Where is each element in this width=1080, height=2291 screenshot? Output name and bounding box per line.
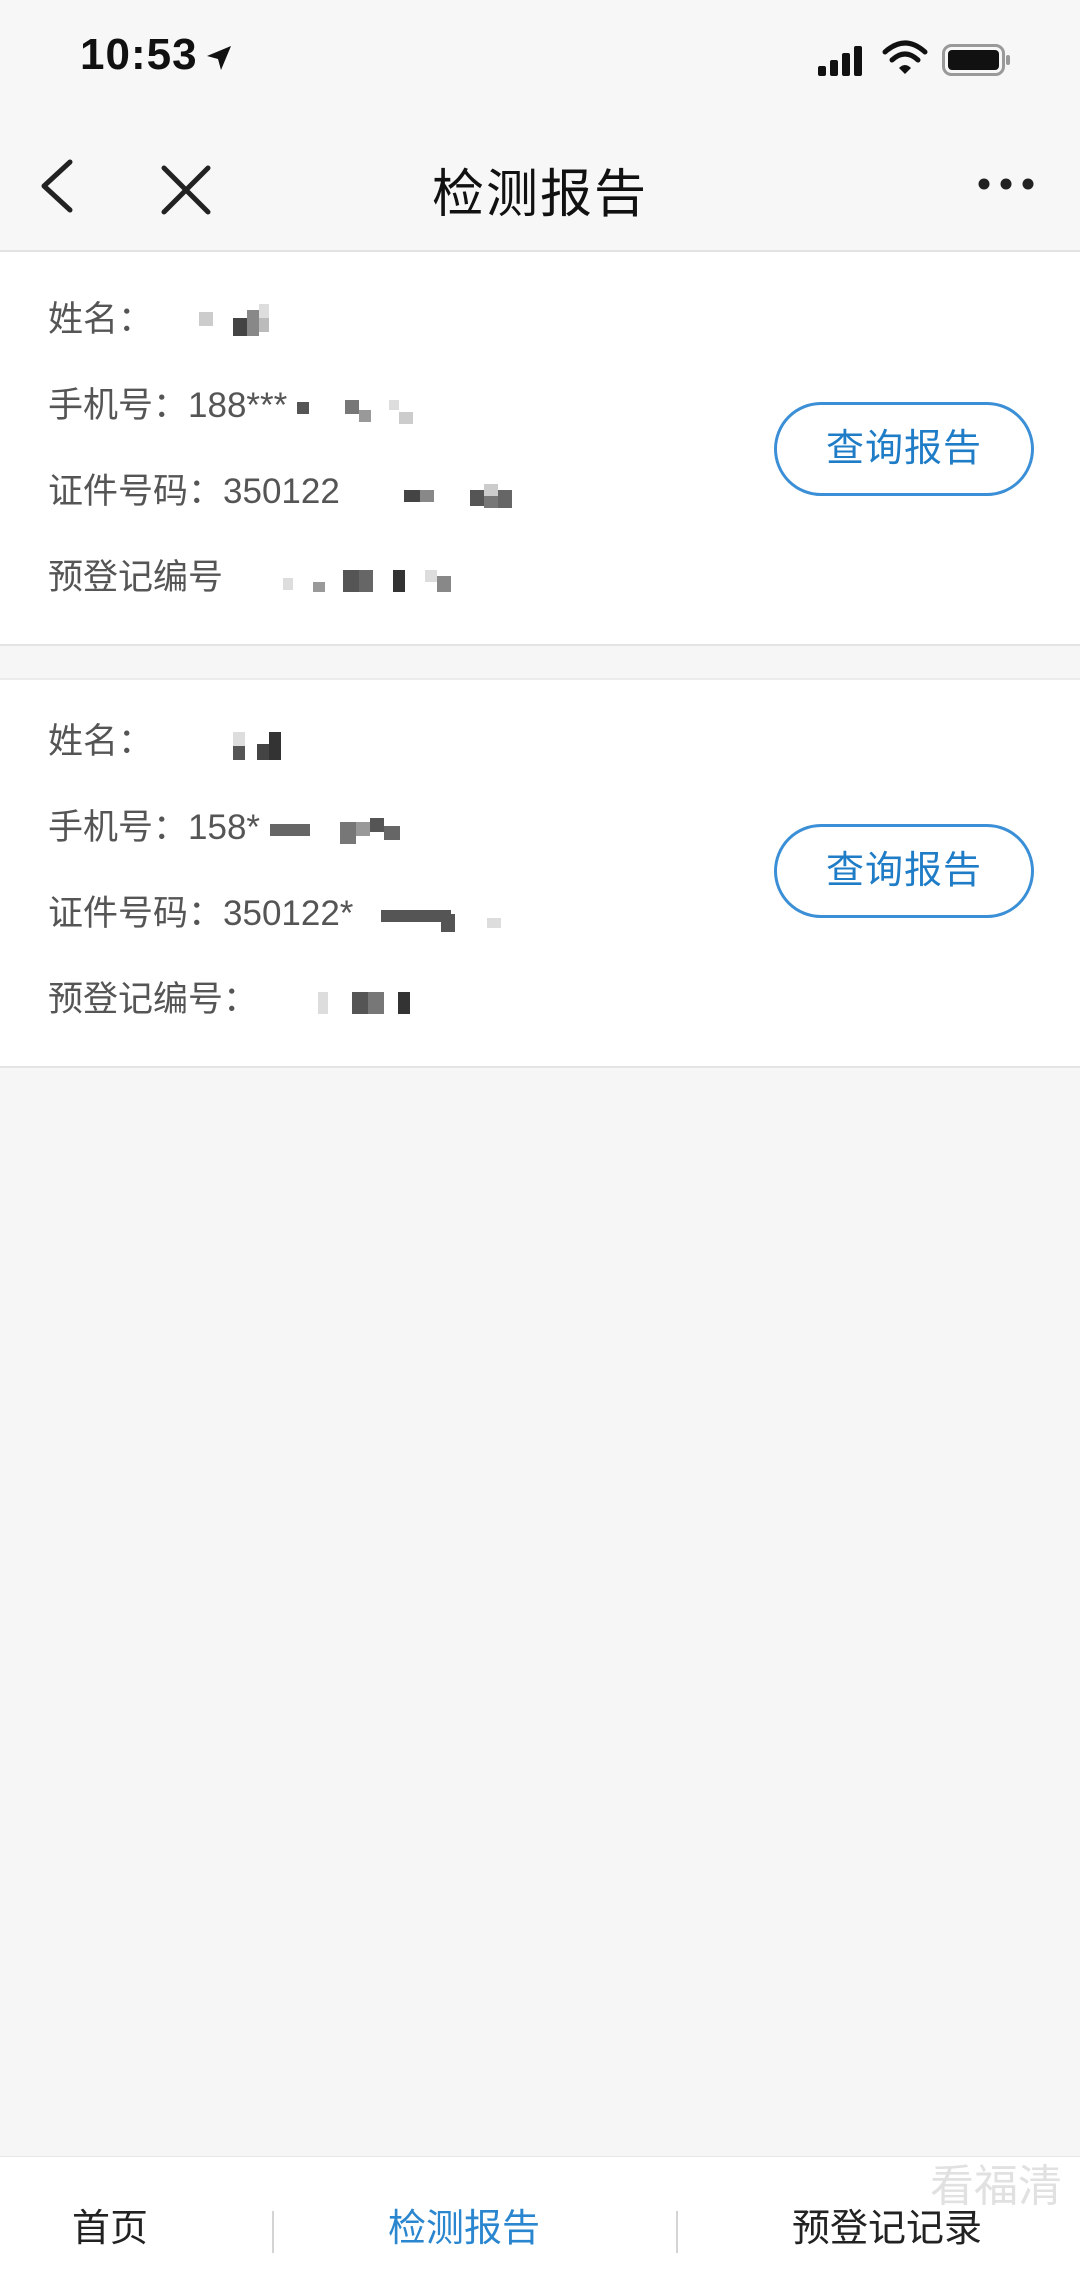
app-screen: 10:53 检测报告 姓名： 手机号：188*** 证件号码：350122 预登…: [0, 0, 1080, 2291]
id-label: 证件号码：: [48, 894, 224, 933]
navigation-bar: 检测报告: [0, 120, 1080, 252]
cellular-signal-icon: [818, 46, 862, 76]
status-bar: 10:53: [0, 0, 1080, 120]
prereg-row: 预登记编号：: [48, 970, 410, 1030]
location-arrow-icon: [207, 46, 231, 70]
phone-row: 手机号：188***: [48, 376, 414, 436]
phone-row: 手机号：158*: [48, 798, 400, 858]
battery-icon: [942, 44, 1010, 76]
id-value: 350122: [223, 472, 340, 511]
id-label: 证件号码：: [48, 472, 224, 511]
id-value: 350122*: [223, 894, 354, 933]
more-options-icon[interactable]: [976, 172, 1036, 196]
query-report-button[interactable]: 查询报告: [774, 402, 1034, 496]
name-row: 姓名：: [48, 290, 269, 350]
bottom-tab-bar: 首页 检测报告 预登记记录: [0, 2156, 1080, 2291]
phone-value: 158*: [188, 808, 261, 847]
tab-divider: [676, 2211, 678, 2253]
tab-test-report[interactable]: 检测报告: [388, 2197, 540, 2252]
phone-label: 手机号：: [48, 386, 189, 425]
phone-value: 188***: [188, 386, 288, 425]
name-label: 姓名：: [48, 722, 154, 761]
report-card: 姓名： 手机号：188*** 证件号码：350122 预登记编号 查询报告: [0, 252, 1080, 646]
tab-divider: [272, 2211, 274, 2253]
id-row: 证件号码：350122: [48, 462, 512, 522]
page-title: 检测报告: [431, 166, 648, 224]
query-report-button[interactable]: 查询报告: [774, 824, 1034, 918]
prereg-label: 预登记编号：: [48, 980, 259, 1019]
name-label: 姓名：: [48, 300, 154, 339]
phone-label: 手机号：: [48, 808, 189, 847]
prereg-label: 预登记编号: [48, 558, 224, 597]
report-card: 姓名： 手机号：158* 证件号码：350122* 预登记编号： 查询报告: [0, 678, 1080, 1068]
tab-home[interactable]: 首页: [72, 2197, 148, 2252]
wifi-icon: [882, 40, 928, 74]
prereg-row: 预登记编号: [48, 548, 451, 608]
status-time: 10:53: [80, 30, 198, 79]
name-row: 姓名：: [48, 712, 281, 772]
id-row: 证件号码：350122*: [48, 884, 502, 944]
watermark: 看福清: [930, 2162, 1062, 2211]
